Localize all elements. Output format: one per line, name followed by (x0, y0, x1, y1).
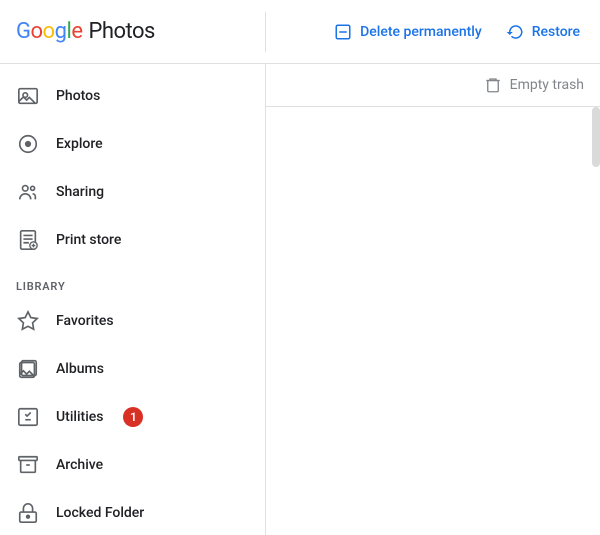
header-actions: Delete permanently Restore (266, 23, 600, 41)
print-store-icon (16, 228, 40, 252)
archive-label: Archive (56, 457, 103, 473)
delete-permanently-label: Delete permanently (360, 24, 482, 40)
delete-permanently-button[interactable]: Delete permanently (334, 23, 482, 41)
sidebar: Photos Explore Sharing (0, 64, 265, 535)
sidebar-item-albums[interactable]: Albums (0, 345, 257, 393)
albums-icon (16, 357, 40, 381)
utilities-label: Utilities (56, 409, 103, 425)
print-store-label: Print store (56, 232, 121, 248)
sidebar-item-utilities[interactable]: Utilities 1 (0, 393, 257, 441)
google-logo: Google Photos (16, 19, 155, 44)
header-logo-section: Google Photos (0, 19, 265, 44)
empty-trash-button[interactable]: Empty trash (484, 76, 584, 94)
locked-folder-label: Locked Folder (56, 505, 144, 521)
empty-trash-label: Empty trash (510, 77, 584, 93)
favorites-label: Favorites (56, 313, 114, 329)
utilities-badge: 1 (123, 407, 143, 427)
sidebar-item-explore[interactable]: Explore (0, 120, 257, 168)
locked-folder-icon (16, 501, 40, 525)
favorites-icon (16, 309, 40, 333)
sharing-label: Sharing (56, 184, 104, 200)
explore-icon (16, 132, 40, 156)
explore-label: Explore (56, 136, 103, 152)
sharing-icon (16, 180, 40, 204)
content-toolbar: Empty trash (266, 64, 600, 107)
library-section-label: LIBRARY (0, 264, 265, 297)
sidebar-item-sharing[interactable]: Sharing (0, 168, 257, 216)
scrollbar[interactable] (592, 107, 600, 167)
sidebar-item-archive[interactable]: Archive (0, 441, 257, 489)
delete-icon (334, 23, 352, 41)
content-area: Empty trash (265, 64, 600, 535)
photos-label: Photos (56, 88, 100, 104)
app-header: Google Photos Delete permanently Restore (0, 0, 600, 64)
sidebar-item-favorites[interactable]: Favorites (0, 297, 257, 345)
albums-label: Albums (56, 361, 104, 377)
restore-button[interactable]: Restore (506, 23, 580, 41)
main-area: Photos Explore Sharing (0, 64, 600, 535)
sidebar-item-print-store[interactable]: Print store (0, 216, 257, 264)
photos-icon (16, 84, 40, 108)
utilities-icon (16, 405, 40, 429)
empty-trash-icon (484, 76, 502, 94)
app-title: Photos (88, 19, 154, 44)
restore-label: Restore (532, 24, 580, 40)
restore-icon (506, 23, 524, 41)
content-body (266, 107, 600, 535)
sidebar-item-locked-folder[interactable]: Locked Folder (0, 489, 257, 535)
sidebar-item-photos[interactable]: Photos (0, 72, 257, 120)
archive-icon (16, 453, 40, 477)
